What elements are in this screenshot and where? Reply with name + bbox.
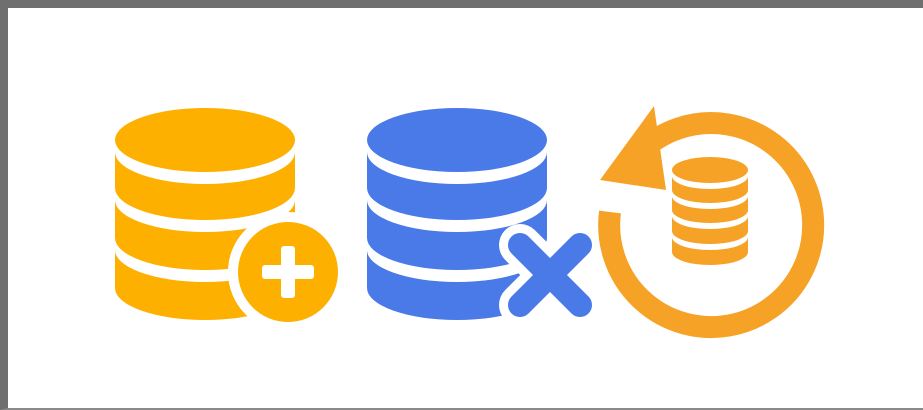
database-delete-icon — [367, 108, 601, 326]
database-add-icon — [115, 108, 348, 332]
database-icons-row — [0, 0, 923, 410]
close-icon — [499, 224, 601, 326]
small-database-icon — [672, 157, 748, 265]
database-restore-icon — [598, 106, 825, 339]
